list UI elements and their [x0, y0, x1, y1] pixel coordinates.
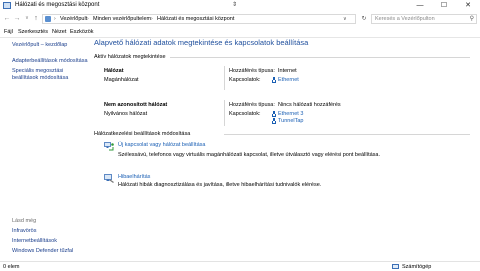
sidebar-link-infrared[interactable]: Infravörös	[12, 228, 36, 235]
close-button[interactable]: ✕	[456, 0, 480, 12]
breadcrumb-control-panel[interactable]: Vezérlőpult	[60, 15, 87, 23]
connection-link-ethernet-3[interactable]: Ethernet 3	[278, 111, 303, 118]
menu-bar: Fájl Szerkesztés Nézet Eszközök	[0, 27, 480, 37]
network-type-link[interactable]: Nyilvános hálózat	[104, 111, 147, 118]
forward-button[interactable]: →	[12, 13, 22, 24]
breadcrumb-separator: ›	[151, 16, 153, 22]
divider	[224, 66, 225, 90]
tunnel-icon	[272, 118, 276, 124]
access-type-label: Hozzáférés típusa:	[229, 68, 275, 74]
network-setup-icon	[104, 142, 114, 151]
breadcrumb-separator: ›	[54, 16, 56, 22]
status-bar: 0 elem Számítógép	[0, 261, 480, 271]
menu-file[interactable]: Fájl	[4, 28, 13, 36]
sidebar-link-advanced-sharing[interactable]: Speciális megosztási	[12, 68, 63, 75]
address-bar[interactable]: › Vezérlőpult › Minden vezérlőpultelem ›…	[42, 14, 356, 24]
divider	[170, 57, 470, 58]
ethernet-icon	[272, 111, 276, 117]
task-link-troubleshoot[interactable]: Hibaelhárítás	[118, 174, 150, 181]
menu-view[interactable]: Nézet	[52, 28, 66, 36]
access-type-value: Nincs hálózati hozzáférés	[278, 102, 341, 108]
breadcrumb-all-items[interactable]: Minden vezérlőpultelem	[93, 15, 151, 23]
address-row: ← → ∨ ↑ › Vezérlőpult › Minden vezérlőpu…	[0, 12, 480, 26]
search-placeholder: Keresés a Vezérlőpulton	[375, 16, 435, 22]
task-desc-troubleshoot: Hálózati hibák diagnosztizálása és javít…	[118, 182, 322, 188]
access-type-label: Hozzáférés típusa:	[229, 102, 275, 108]
computer-label: Számítógép	[402, 264, 432, 270]
sidebar: Vezérlőpult – kezdőlap Adapterbeállításo…	[0, 38, 88, 261]
address-dropdown-icon[interactable]: ∨	[343, 15, 347, 23]
sidebar-link-home[interactable]: Vezérlőpult – kezdőlap	[12, 42, 67, 49]
connections-label: Kapcsolatok:	[229, 77, 261, 83]
sidebar-link-advanced-sharing-2[interactable]: beállítások módosítása	[12, 75, 68, 82]
search-icon: ⚲	[469, 16, 474, 22]
network-name: Hálózat	[104, 68, 124, 74]
sidebar-link-adapter-settings[interactable]: Adapterbeállítások módosítása	[12, 58, 88, 65]
title-bar: Hálózati és megosztási központ ⇕ — ☐ ✕	[0, 0, 480, 12]
up-button[interactable]: ↑	[31, 13, 41, 24]
main-content: Alapvető hálózati adatok megtekintése és…	[86, 38, 480, 261]
task-link-new-connection[interactable]: Új kapcsolat vagy hálózat beállítása	[118, 142, 205, 149]
connection-link-ethernet[interactable]: Ethernet	[278, 77, 299, 84]
network-type-link[interactable]: Magánhálózat	[104, 77, 139, 84]
back-button[interactable]: ←	[2, 13, 12, 24]
breadcrumb-network-center[interactable]: Hálózati és megosztási központ	[157, 15, 234, 23]
search-input[interactable]: Keresés a Vezérlőpulton ⚲	[371, 14, 477, 24]
see-also-label: Lásd még	[12, 218, 37, 224]
window-title: Hálózati és megosztási központ	[15, 2, 100, 8]
control-panel-icon	[45, 16, 51, 22]
page-title: Alapvető hálózati adatok megtekintése és…	[94, 38, 309, 47]
task-desc-new-connection: Szélessávú, telefonos vagy virtuális mag…	[118, 152, 381, 158]
sidebar-link-internet-options[interactable]: Internetbeállítások	[12, 238, 57, 245]
maximize-button[interactable]: ☐	[432, 0, 456, 12]
connection-link-tunneltap[interactable]: TunnelTap	[278, 118, 303, 125]
breadcrumb-separator: ›	[87, 16, 89, 22]
network-center-icon	[3, 2, 11, 9]
item-count: 0 elem	[3, 264, 20, 270]
computer-icon	[392, 264, 399, 269]
sidebar-link-firewall[interactable]: Windows Defender tűzfal	[12, 248, 73, 255]
menu-tools[interactable]: Eszközök	[70, 28, 94, 36]
troubleshoot-icon	[104, 174, 114, 183]
refresh-button[interactable]: ↻	[359, 14, 369, 24]
menu-edit[interactable]: Szerkesztés	[18, 28, 48, 36]
divider	[224, 134, 470, 135]
drag-marker-icon: ⇕	[232, 2, 238, 8]
divider	[224, 100, 225, 126]
minimize-button[interactable]: —	[408, 0, 432, 12]
network-name: Nem azonosított hálózat	[104, 102, 168, 108]
connections-label: Kapcsolatok:	[229, 111, 261, 117]
active-networks-header: Aktív hálózatok megtekintése	[94, 54, 166, 60]
ethernet-icon	[272, 77, 276, 83]
settings-header: Hálózatkezelési beállítások módosítása	[94, 131, 191, 137]
access-type-value: Internet	[278, 68, 297, 74]
